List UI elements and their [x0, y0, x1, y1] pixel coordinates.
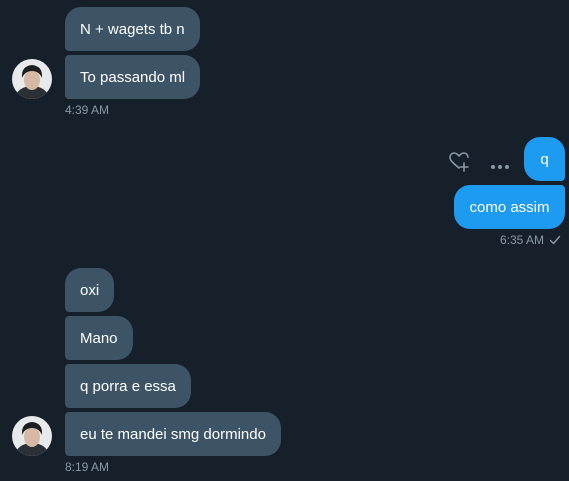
message-bubble-incoming[interactable]: q porra e essa — [65, 364, 191, 408]
message-bubble-outgoing[interactable]: q — [524, 137, 565, 181]
avatar[interactable] — [12, 59, 52, 99]
message-text: como assim — [469, 198, 550, 216]
checkmark-icon — [550, 235, 561, 245]
message-text: q porra e essa — [80, 377, 176, 395]
timestamp-text: 6:35 AM — [500, 233, 545, 247]
message-bubble-incoming[interactable]: Mano — [65, 316, 133, 360]
message-bubble-incoming[interactable]: To passando ml — [65, 55, 201, 99]
more-horizontal-icon[interactable] — [490, 157, 510, 175]
message-text: oxi — [80, 281, 100, 299]
message-text: Mano — [80, 329, 118, 347]
timestamp: 6:35 AM — [500, 233, 561, 247]
heart-plus-icon[interactable] — [448, 150, 470, 177]
message-bubble-incoming[interactable]: N + wagets tb n — [65, 7, 200, 51]
message-bubble-incoming[interactable]: oxi — [65, 268, 115, 312]
avatar[interactable] — [12, 416, 52, 456]
message-bubble-outgoing[interactable]: como assim — [454, 185, 565, 229]
message-text: N + wagets tb n — [80, 20, 185, 38]
message-text: q — [540, 150, 549, 168]
message-text: eu te mandei smg dormindo — [80, 425, 266, 443]
timestamp: 4:39 AM — [65, 103, 110, 117]
timestamp: 8:19 AM — [65, 460, 110, 474]
message-bubble-incoming[interactable]: eu te mandei smg dormindo — [65, 412, 281, 456]
message-text: To passando ml — [80, 68, 186, 86]
